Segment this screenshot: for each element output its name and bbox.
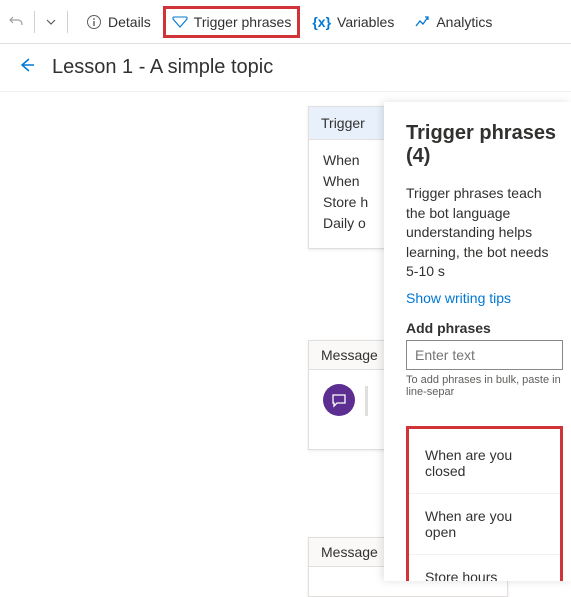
analytics-icon [414,14,430,30]
trigger-phrases-panel: Trigger phrases (4) Trigger phrases teac… [384,102,571,581]
phrase-item[interactable]: When are you closed [409,433,560,494]
add-phrase-input[interactable] [406,340,563,370]
undo-icon[interactable] [8,14,24,30]
phrase-item[interactable]: Store hours [409,555,560,581]
add-phrase-hint: To add phrases in bulk, paste in line-se… [406,374,563,398]
phrase-list: When are you closed When are you open St… [406,426,563,581]
panel-title: Trigger phrases (4) [406,122,563,168]
info-icon [86,14,102,30]
trigger-phrases-button[interactable]: Trigger phrases [163,6,301,38]
page-header: Lesson 1 - A simple topic [0,44,571,92]
trigger-phrases-label: Trigger phrases [194,14,292,30]
toolbar-divider [67,11,68,33]
canvas: Trigger When When Store h Daily o Messag… [0,92,571,581]
analytics-label: Analytics [436,14,492,30]
panel-description: Trigger phrases teach the bot language u… [406,184,563,282]
chat-icon [323,384,355,416]
phrase-item[interactable]: When are you open [409,494,560,555]
chevron-down-icon[interactable] [45,16,57,28]
top-toolbar: Details Trigger phrases {x} Variables An… [0,0,571,44]
variables-button[interactable]: {x} Variables [304,6,402,38]
variables-icon: {x} [312,14,331,30]
details-label: Details [108,14,151,30]
trigger-phrases-icon [172,14,188,30]
toolbar-divider [34,11,35,33]
page-title: Lesson 1 - A simple topic [52,56,273,79]
analytics-button[interactable]: Analytics [406,6,500,38]
add-phrases-label: Add phrases [406,320,563,336]
back-button[interactable] [18,56,36,79]
variables-label: Variables [337,14,394,30]
details-button[interactable]: Details [78,6,159,38]
message-content-stub [365,386,368,416]
show-writing-tips-link[interactable]: Show writing tips [406,290,511,306]
